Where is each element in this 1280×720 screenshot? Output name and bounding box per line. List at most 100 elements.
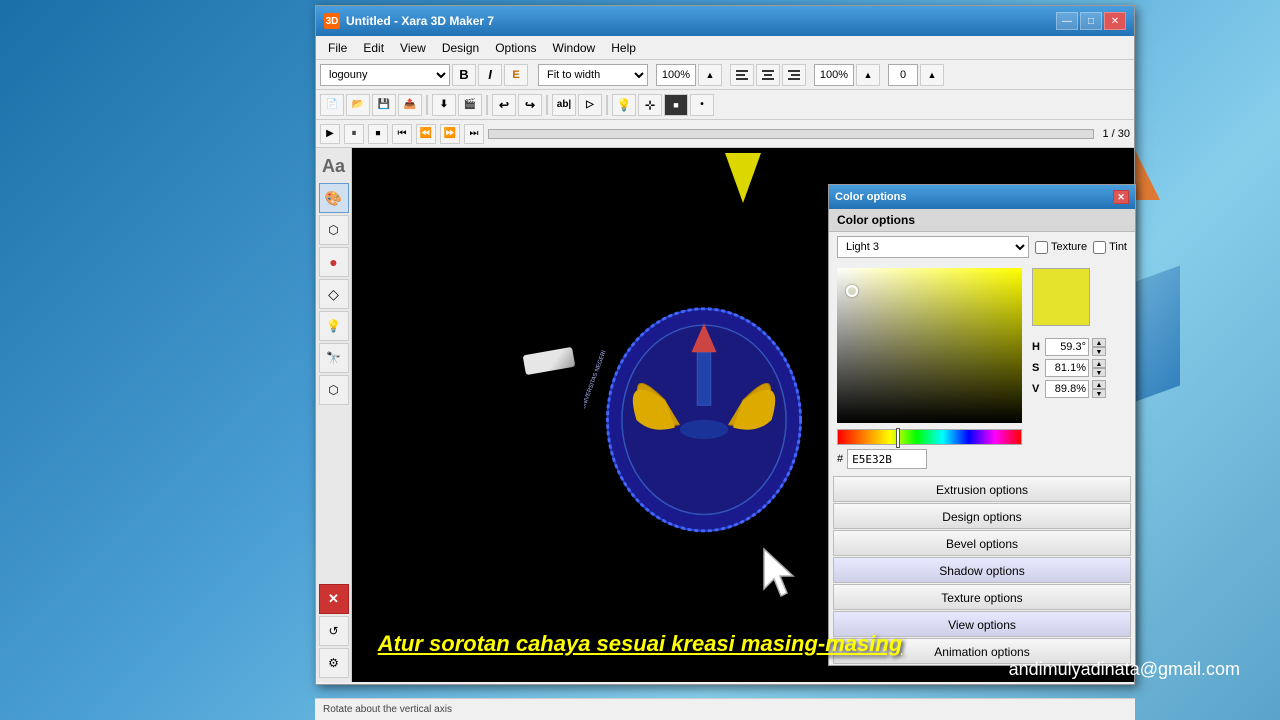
cursor-indicator	[759, 544, 799, 602]
toolbar-row2: 📄 📂 💾 📤 ⬇ 🎬 ↩ ↪ ab| ▷ 💡 ⊹ ■ •	[316, 90, 1134, 120]
light-tool[interactable]: 💡	[319, 311, 349, 341]
first-frame-button[interactable]: ⏮	[392, 124, 412, 144]
val-down[interactable]: ▼	[1092, 389, 1106, 398]
bold-button[interactable]: B	[452, 64, 476, 86]
menu-help[interactable]: Help	[603, 39, 644, 57]
spectrum-cursor	[896, 428, 900, 448]
color-gradient-picker[interactable]	[837, 268, 1022, 423]
sat-up[interactable]: ▲	[1092, 359, 1106, 368]
color-spectrum[interactable]	[837, 429, 1022, 445]
val-up[interactable]: ▲	[1092, 380, 1106, 389]
extrude-button[interactable]: E	[504, 64, 528, 86]
morph-button[interactable]: ▷	[578, 94, 602, 116]
yellow-arrow-indicator	[725, 153, 761, 203]
3d-badge: UNIVERSITAS NEGERI	[584, 275, 824, 555]
svg-text:UNIVERSITAS NEGERI: UNIVERSITAS NEGERI	[584, 349, 608, 410]
bevel-options-button[interactable]: Bevel options	[833, 530, 1131, 556]
window-title: Untitled - Xara 3D Maker 7	[346, 14, 1056, 28]
menu-file[interactable]: File	[320, 39, 355, 57]
light-button[interactable]: 💡	[612, 94, 636, 116]
text-button[interactable]: ab|	[552, 94, 576, 116]
hue-input[interactable]	[1045, 338, 1089, 356]
zoom-spin-up[interactable]: ▲	[698, 64, 722, 86]
second-zoom-input[interactable]	[814, 64, 854, 86]
tint-checkbox[interactable]	[1093, 241, 1106, 254]
angle-input[interactable]	[888, 64, 918, 86]
extrusion-options-button[interactable]: Extrusion options	[833, 476, 1131, 502]
hue-label: H	[1032, 341, 1042, 353]
align-right-icon	[787, 69, 801, 81]
plane-object	[523, 347, 576, 375]
stop-button[interactable]: ⏹	[368, 124, 388, 144]
redo-button[interactable]: ↪	[518, 94, 542, 116]
hex-hash: #	[837, 453, 843, 465]
menu-window[interactable]: Window	[545, 39, 604, 57]
render-button[interactable]: 🎬	[458, 94, 482, 116]
font-dropdown[interactable]: logouny	[320, 64, 450, 86]
object-tool[interactable]: ⬡	[319, 375, 349, 405]
val-row: V ▲ ▼	[1032, 380, 1106, 398]
open-button[interactable]: 📂	[346, 94, 370, 116]
align-left-icon	[735, 69, 749, 81]
import-button[interactable]: ⬇	[432, 94, 456, 116]
frame-counter: 1 / 30	[1102, 128, 1130, 140]
sat-input[interactable]	[1045, 359, 1089, 377]
texture-checkbox[interactable]	[1035, 241, 1048, 254]
texture-checkbox-label[interactable]: Texture	[1035, 241, 1087, 254]
circle-tool[interactable]: ●	[319, 247, 349, 277]
progress-bar[interactable]	[488, 129, 1094, 139]
arrow-tool[interactable]: ◇	[319, 279, 349, 309]
align-center-button[interactable]	[756, 64, 780, 86]
val-input[interactable]	[1045, 380, 1089, 398]
color-tool[interactable]: 🎨	[319, 183, 349, 213]
text-tool-label: Aa	[320, 152, 347, 181]
menu-design[interactable]: Design	[434, 39, 487, 57]
prev-frame-button[interactable]: ⏪	[416, 124, 436, 144]
menu-view[interactable]: View	[392, 39, 434, 57]
tint-checkbox-label[interactable]: Tint	[1093, 241, 1127, 254]
panel-close-button[interactable]: ✕	[1113, 190, 1129, 204]
light-dropdown[interactable]: Light 3 Ambient Light 1 Light 2 Shadow	[837, 236, 1029, 258]
menu-bar: File Edit View Design Options Window Hel…	[316, 36, 1134, 60]
menu-edit[interactable]: Edit	[355, 39, 392, 57]
maximize-button[interactable]: □	[1080, 12, 1102, 30]
texture-options-button[interactable]: Texture options	[833, 584, 1131, 610]
color-btn[interactable]: ■	[664, 94, 688, 116]
hue-up[interactable]: ▲	[1092, 338, 1106, 347]
minimize-button[interactable]: —	[1056, 12, 1078, 30]
zoom-input[interactable]	[656, 64, 696, 86]
color-options-panel: Color options ✕ Color options Light 3 Am…	[828, 184, 1136, 666]
toolbar-row1: logouny B I E Fit to width Fit to height…	[316, 60, 1134, 90]
next-frame-button[interactable]: ⏩	[440, 124, 460, 144]
shadow-options-button[interactable]: Shadow options	[833, 557, 1131, 583]
light-selector-row: Light 3 Ambient Light 1 Light 2 Shadow T…	[829, 232, 1135, 262]
hex-input[interactable]	[847, 449, 927, 469]
undo-button[interactable]: ↩	[492, 94, 516, 116]
x-tool[interactable]: ✕	[319, 584, 349, 614]
color-picker-container: H ▲ ▼ S ▲	[829, 262, 1135, 475]
fit-to-width-dropdown[interactable]: Fit to width Fit to height 50% 75% 100%	[538, 64, 648, 86]
save-button[interactable]: 💾	[372, 94, 396, 116]
camera-tool[interactable]: 🔭	[319, 343, 349, 373]
close-button[interactable]: ✕	[1104, 12, 1126, 30]
sat-down[interactable]: ▼	[1092, 368, 1106, 377]
hex-row: #	[837, 449, 1127, 469]
new-button[interactable]: 📄	[320, 94, 344, 116]
menu-options[interactable]: Options	[487, 39, 544, 57]
play-button[interactable]: ▶	[320, 124, 340, 144]
second-zoom-spin[interactable]: ▲	[856, 64, 880, 86]
shape-tool[interactable]: ⬡	[319, 215, 349, 245]
extra-btn[interactable]: •	[690, 94, 714, 116]
angle-spin[interactable]: ▲	[920, 64, 944, 86]
export-button[interactable]: 📤	[398, 94, 422, 116]
hue-down[interactable]: ▼	[1092, 347, 1106, 356]
hue-arrows: ▲ ▼	[1092, 338, 1106, 356]
last-frame-button[interactable]: ⏭	[464, 124, 484, 144]
align-left-button[interactable]	[730, 64, 754, 86]
pointer-button[interactable]: ⊹	[638, 94, 662, 116]
design-options-button[interactable]: Design options	[833, 503, 1131, 529]
align-right-button[interactable]	[782, 64, 806, 86]
pause-button[interactable]: ⏸	[344, 124, 364, 144]
italic-button[interactable]: I	[478, 64, 502, 86]
hsv-spinners: H ▲ ▼ S ▲	[1032, 338, 1106, 398]
